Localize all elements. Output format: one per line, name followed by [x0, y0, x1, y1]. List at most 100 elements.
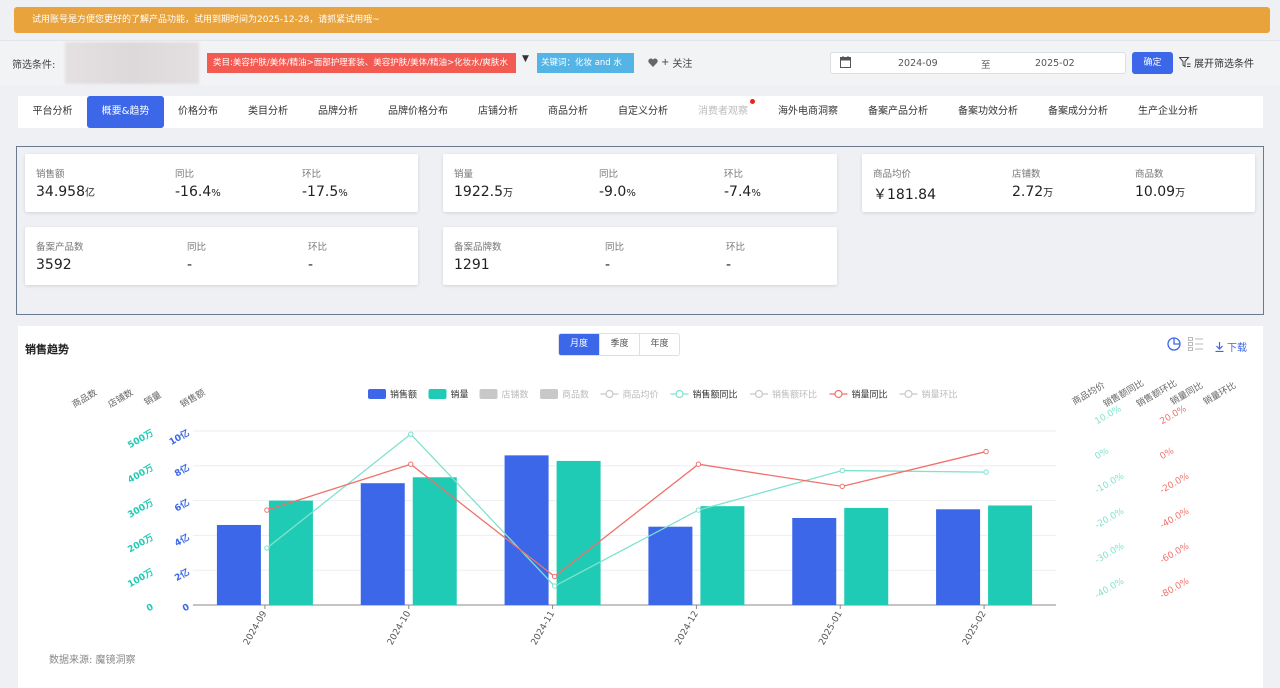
metric-value: -16.4%	[175, 184, 221, 200]
volume-axis-tick: 200万	[126, 532, 156, 555]
legend-label: 销售额环比	[772, 389, 817, 401]
legend-label: 商品数	[562, 389, 589, 401]
bar-sales-volume	[988, 505, 1033, 605]
yoy-amount-point	[264, 545, 270, 551]
tab-filed-products[interactable]: 备案产品分析	[858, 96, 938, 128]
date-start[interactable]: 2024-09	[898, 58, 938, 69]
sales-axis-tick: 4亿	[172, 531, 191, 549]
yoy-volume-point	[408, 461, 414, 467]
tab-product[interactable]: 商品分析	[538, 96, 598, 128]
metric-shops: 店铺数 2.72万	[1012, 166, 1053, 200]
period-monthly[interactable]: 月度	[559, 334, 599, 355]
keyword-filter-tag[interactable]: 关键词：化妆 and 水	[537, 53, 634, 73]
tab-manufacturers[interactable]: 生产企业分析	[1128, 96, 1208, 128]
tab-filed-ingredients[interactable]: 备案成分分析	[1038, 96, 1118, 128]
date-range-picker[interactable]: 2024-09 至 2025-02	[830, 52, 1126, 74]
tab-price-distribution[interactable]: 价格分布	[168, 96, 228, 128]
blurred-filter-area	[65, 42, 199, 84]
tab-shop[interactable]: 店铺分析	[468, 96, 528, 128]
x-axis-tick-label: 2024-11	[530, 610, 557, 648]
metric-filed-brands-yoy: 同比 -	[605, 239, 624, 273]
tab-overseas[interactable]: 海外电商洞察	[768, 96, 848, 128]
metric-products: 商品数 10.09万	[1135, 166, 1185, 200]
tab-brand[interactable]: 品牌分析	[308, 96, 368, 128]
yoy-amount-point	[551, 583, 558, 589]
legend-bar-swatch	[368, 389, 386, 399]
legend-label: 销售额	[390, 389, 417, 401]
tab-brand-price[interactable]: 品牌价格分布	[378, 96, 458, 128]
metric-label: 环比	[308, 242, 328, 253]
metric-label: 环比	[302, 169, 322, 180]
metric-sales-volume: 销量 1922.5万	[454, 166, 513, 200]
metric-label: 店铺数	[1012, 169, 1041, 180]
download-label: 下载	[1227, 343, 1247, 354]
yoy-amount-axis-tick: -20.0%	[1094, 506, 1127, 531]
bar-sales-amount	[216, 524, 261, 605]
left-axis-title: 商品数	[70, 386, 99, 410]
yoy-volume-axis-tick: -80.0%	[1159, 576, 1192, 601]
tab-consumer[interactable]: 消费者观察	[688, 96, 758, 128]
tab-overview-trend[interactable]: 概要&趋势	[87, 96, 164, 128]
sales-axis-tick: 2亿	[172, 566, 191, 584]
kpi-panel: 销售额 34.958亿 同比 -16.4% 环比 -17.5% 销量 1922.…	[16, 146, 1264, 315]
follow-button[interactable]: + 关注	[648, 55, 692, 70]
legend-label: 销售额同比	[693, 389, 738, 401]
table-view-icon[interactable]	[1188, 337, 1203, 351]
analysis-tabs: 平台分析 概要&趋势 价格分布 类目分析 品牌分析 品牌价格分布 店铺分析 商品…	[18, 96, 1263, 128]
bar-sales-volume	[556, 460, 601, 605]
caret-down-icon[interactable]: ▼	[522, 54, 529, 64]
period-quarterly[interactable]: 季度	[599, 334, 639, 355]
metric-avg-price: 商品均价 ￥181.84	[873, 166, 936, 204]
left-axis-title: 销售额	[178, 386, 207, 410]
download-button[interactable]: 下载	[1215, 339, 1247, 354]
metric-label: 同比	[187, 242, 207, 253]
metric-value: -	[726, 257, 732, 273]
kpi-card-filed-products: 备案产品数 3592 同比 - 环比 -	[25, 227, 418, 285]
legend-bar-swatch	[479, 389, 498, 399]
yoy-volume-axis-tick: -60.0%	[1159, 541, 1192, 566]
metric-sales-amount: 销售额 34.958亿	[36, 166, 95, 200]
volume-axis-tick: 100万	[126, 567, 156, 590]
yoy-volume-axis-tick: -20.0%	[1159, 471, 1192, 496]
legend-line-marker	[605, 389, 614, 399]
metric-value: 3592	[36, 257, 72, 273]
yoy-volume-point	[264, 507, 270, 513]
metric-label: 备案产品数	[36, 242, 84, 253]
tab-platform[interactable]: 平台分析	[18, 96, 87, 128]
pie-chart-icon[interactable]	[1167, 337, 1181, 351]
legend-label: 销量环比	[922, 389, 958, 401]
metric-label: 环比	[726, 242, 746, 253]
yoy-amount-point	[839, 467, 845, 474]
follow-label: 关注	[672, 59, 693, 70]
metric-value: -	[187, 257, 193, 273]
confirm-button[interactable]: 确定	[1132, 52, 1173, 74]
yoy-volume-axis-tick: 0%	[1159, 446, 1177, 462]
tab-custom[interactable]: 自定义分析	[608, 96, 678, 128]
category-filter-tag[interactable]: 类目:美容护肤/美体/精油>面部护理套装、美容护肤/美体/精油>化妆水/爽肤水	[207, 53, 516, 73]
metric-value: 34.958亿	[36, 184, 95, 200]
metric-value: 10.09万	[1135, 184, 1186, 200]
bar-sales-amount	[504, 455, 549, 605]
metric-value: -7.4%	[724, 184, 761, 200]
yoy-amount-point	[695, 507, 702, 513]
metric-label: 商品数	[1135, 169, 1164, 180]
tab-filed-efficacy[interactable]: 备案功效分析	[948, 96, 1028, 128]
metric-value: 1922.5万	[454, 184, 513, 200]
yoy-amount-axis-tick: -30.0%	[1094, 541, 1127, 566]
period-yearly[interactable]: 年度	[639, 334, 679, 355]
metric-value: 2.72万	[1012, 184, 1054, 200]
expand-filters-button[interactable]: 展开筛选条件	[1179, 55, 1254, 70]
sales-trend-chart: 02亿4亿6亿8亿10亿0100万200万300万400万500万商品数 店铺数销…	[70, 377, 1238, 648]
metric-label: 环比	[724, 169, 744, 180]
date-end[interactable]: 2025-02	[1035, 58, 1075, 69]
metric-value: -17.5%	[302, 184, 348, 200]
volume-axis-tick: 300万	[126, 497, 156, 520]
right-axis-title: 商品均价	[1070, 379, 1107, 407]
kpi-card-volume: 销量 1922.5万 同比 -9.0% 环比 -7.4%	[443, 154, 837, 212]
tab-category[interactable]: 类目分析	[238, 96, 298, 128]
left-axis-title: 销量	[142, 389, 164, 408]
filter-bar: 筛选条件: 类目:美容护肤/美体/精油>面部护理套装、美容护肤/美体/精油>化妆…	[0, 40, 1280, 85]
metric-label: 商品均价	[873, 169, 912, 180]
expand-filters-label: 展开筛选条件	[1194, 59, 1254, 70]
yoy-volume-axis-tick: -40.0%	[1159, 506, 1192, 531]
